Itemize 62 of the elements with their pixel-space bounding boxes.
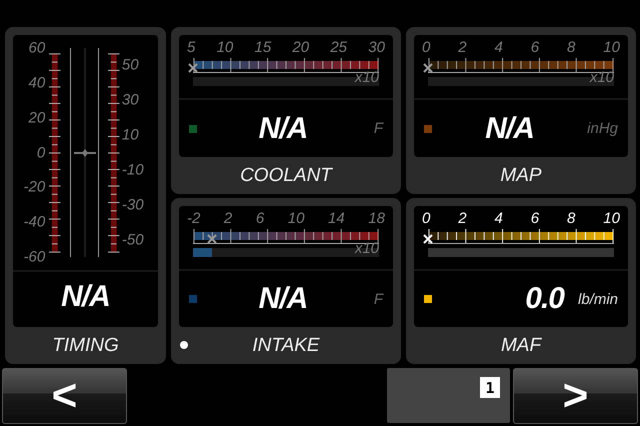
unit-label: inHg: [587, 120, 618, 137]
multiplier-label: x10: [354, 240, 379, 257]
gauge-title: COOLANT: [240, 164, 332, 186]
scale-label: 0: [36, 144, 46, 161]
gauge-title: MAF: [500, 334, 542, 356]
multiplier-label: x10: [590, 69, 614, 86]
scale-label: 0: [422, 39, 430, 56]
gauge-value: N/A: [258, 112, 308, 146]
scale-label: 40: [28, 74, 46, 92]
scale-label: 60: [28, 40, 46, 56]
scale-label: 20: [28, 109, 46, 126]
scale-label: -2: [187, 210, 200, 227]
scale-label: 10: [603, 39, 620, 56]
gauge-value: N/A: [484, 112, 535, 146]
scale-label: 10: [288, 210, 304, 227]
scale-label: 50: [122, 56, 139, 74]
page-number: 1: [480, 377, 500, 398]
multiplier-label: x10: [354, 69, 379, 86]
scale-label: 8: [567, 39, 576, 56]
scale-label: 2: [458, 210, 467, 227]
gauge-card[interactable]: 0 2 4 6 8 10 0.0 lb/min MAF: [406, 198, 636, 364]
unit-label: F: [372, 120, 383, 137]
unit-label: F: [372, 290, 383, 308]
unit-label: lb/min: [578, 290, 618, 308]
scale-label: 6: [256, 210, 264, 227]
scale-label: 25: [330, 39, 348, 56]
gauge-value: N/A: [258, 282, 308, 316]
scale-label: -20: [24, 178, 46, 196]
scale-label: 20: [292, 39, 310, 56]
scale-label: 0: [422, 210, 430, 227]
scale-label: 14: [328, 210, 345, 227]
scale-label: 18: [368, 210, 385, 227]
gauge-title: MAP: [500, 164, 542, 186]
gauge-value: 0.0: [524, 282, 566, 316]
gauge-value: N/A: [60, 280, 111, 314]
scale-label: -30: [122, 196, 144, 214]
scale-label: 2: [224, 210, 232, 227]
previous-button[interactable]: <: [2, 368, 127, 424]
scale-label: 6: [530, 39, 540, 56]
scale-label: 4: [494, 39, 503, 56]
scale-label: 30: [122, 92, 139, 109]
gauge-card[interactable]: 0 2 4 6 8 10 x10 N/A inHg MAP: [406, 27, 636, 194]
scale-label: -40: [24, 214, 46, 231]
gauge-title: TIMING: [52, 334, 119, 356]
next-button[interactable]: >: [513, 368, 638, 424]
scale-label: -50: [122, 231, 144, 248]
scale-label: -10: [122, 161, 144, 178]
gauge-card[interactable]: 60 40 20 0 -20 -40 -60 50 30 10 -10 -30 -50 N/A TIMING: [5, 27, 166, 364]
scale-label: 10: [122, 126, 139, 144]
scale-label: -60: [24, 248, 46, 266]
gauge-title: INTAKE: [252, 334, 320, 356]
scale-label: 6: [530, 210, 540, 227]
gauge-card[interactable]: -2 2 6 10 14 18 x10 N/A F INTAKE: [171, 198, 401, 364]
scale-label: 4: [494, 210, 503, 227]
scale-label: 10: [216, 39, 234, 56]
scale-label: 2: [458, 39, 467, 56]
gauge-card[interactable]: 5 10 15 20 25 30 x10 N/A F COOLANT: [171, 27, 401, 194]
scale-label: 10: [603, 210, 620, 227]
scale-label: 15: [254, 39, 272, 56]
scale-label: 5: [187, 39, 196, 56]
scale-label: 8: [567, 210, 576, 227]
scale-label: 30: [368, 39, 385, 56]
